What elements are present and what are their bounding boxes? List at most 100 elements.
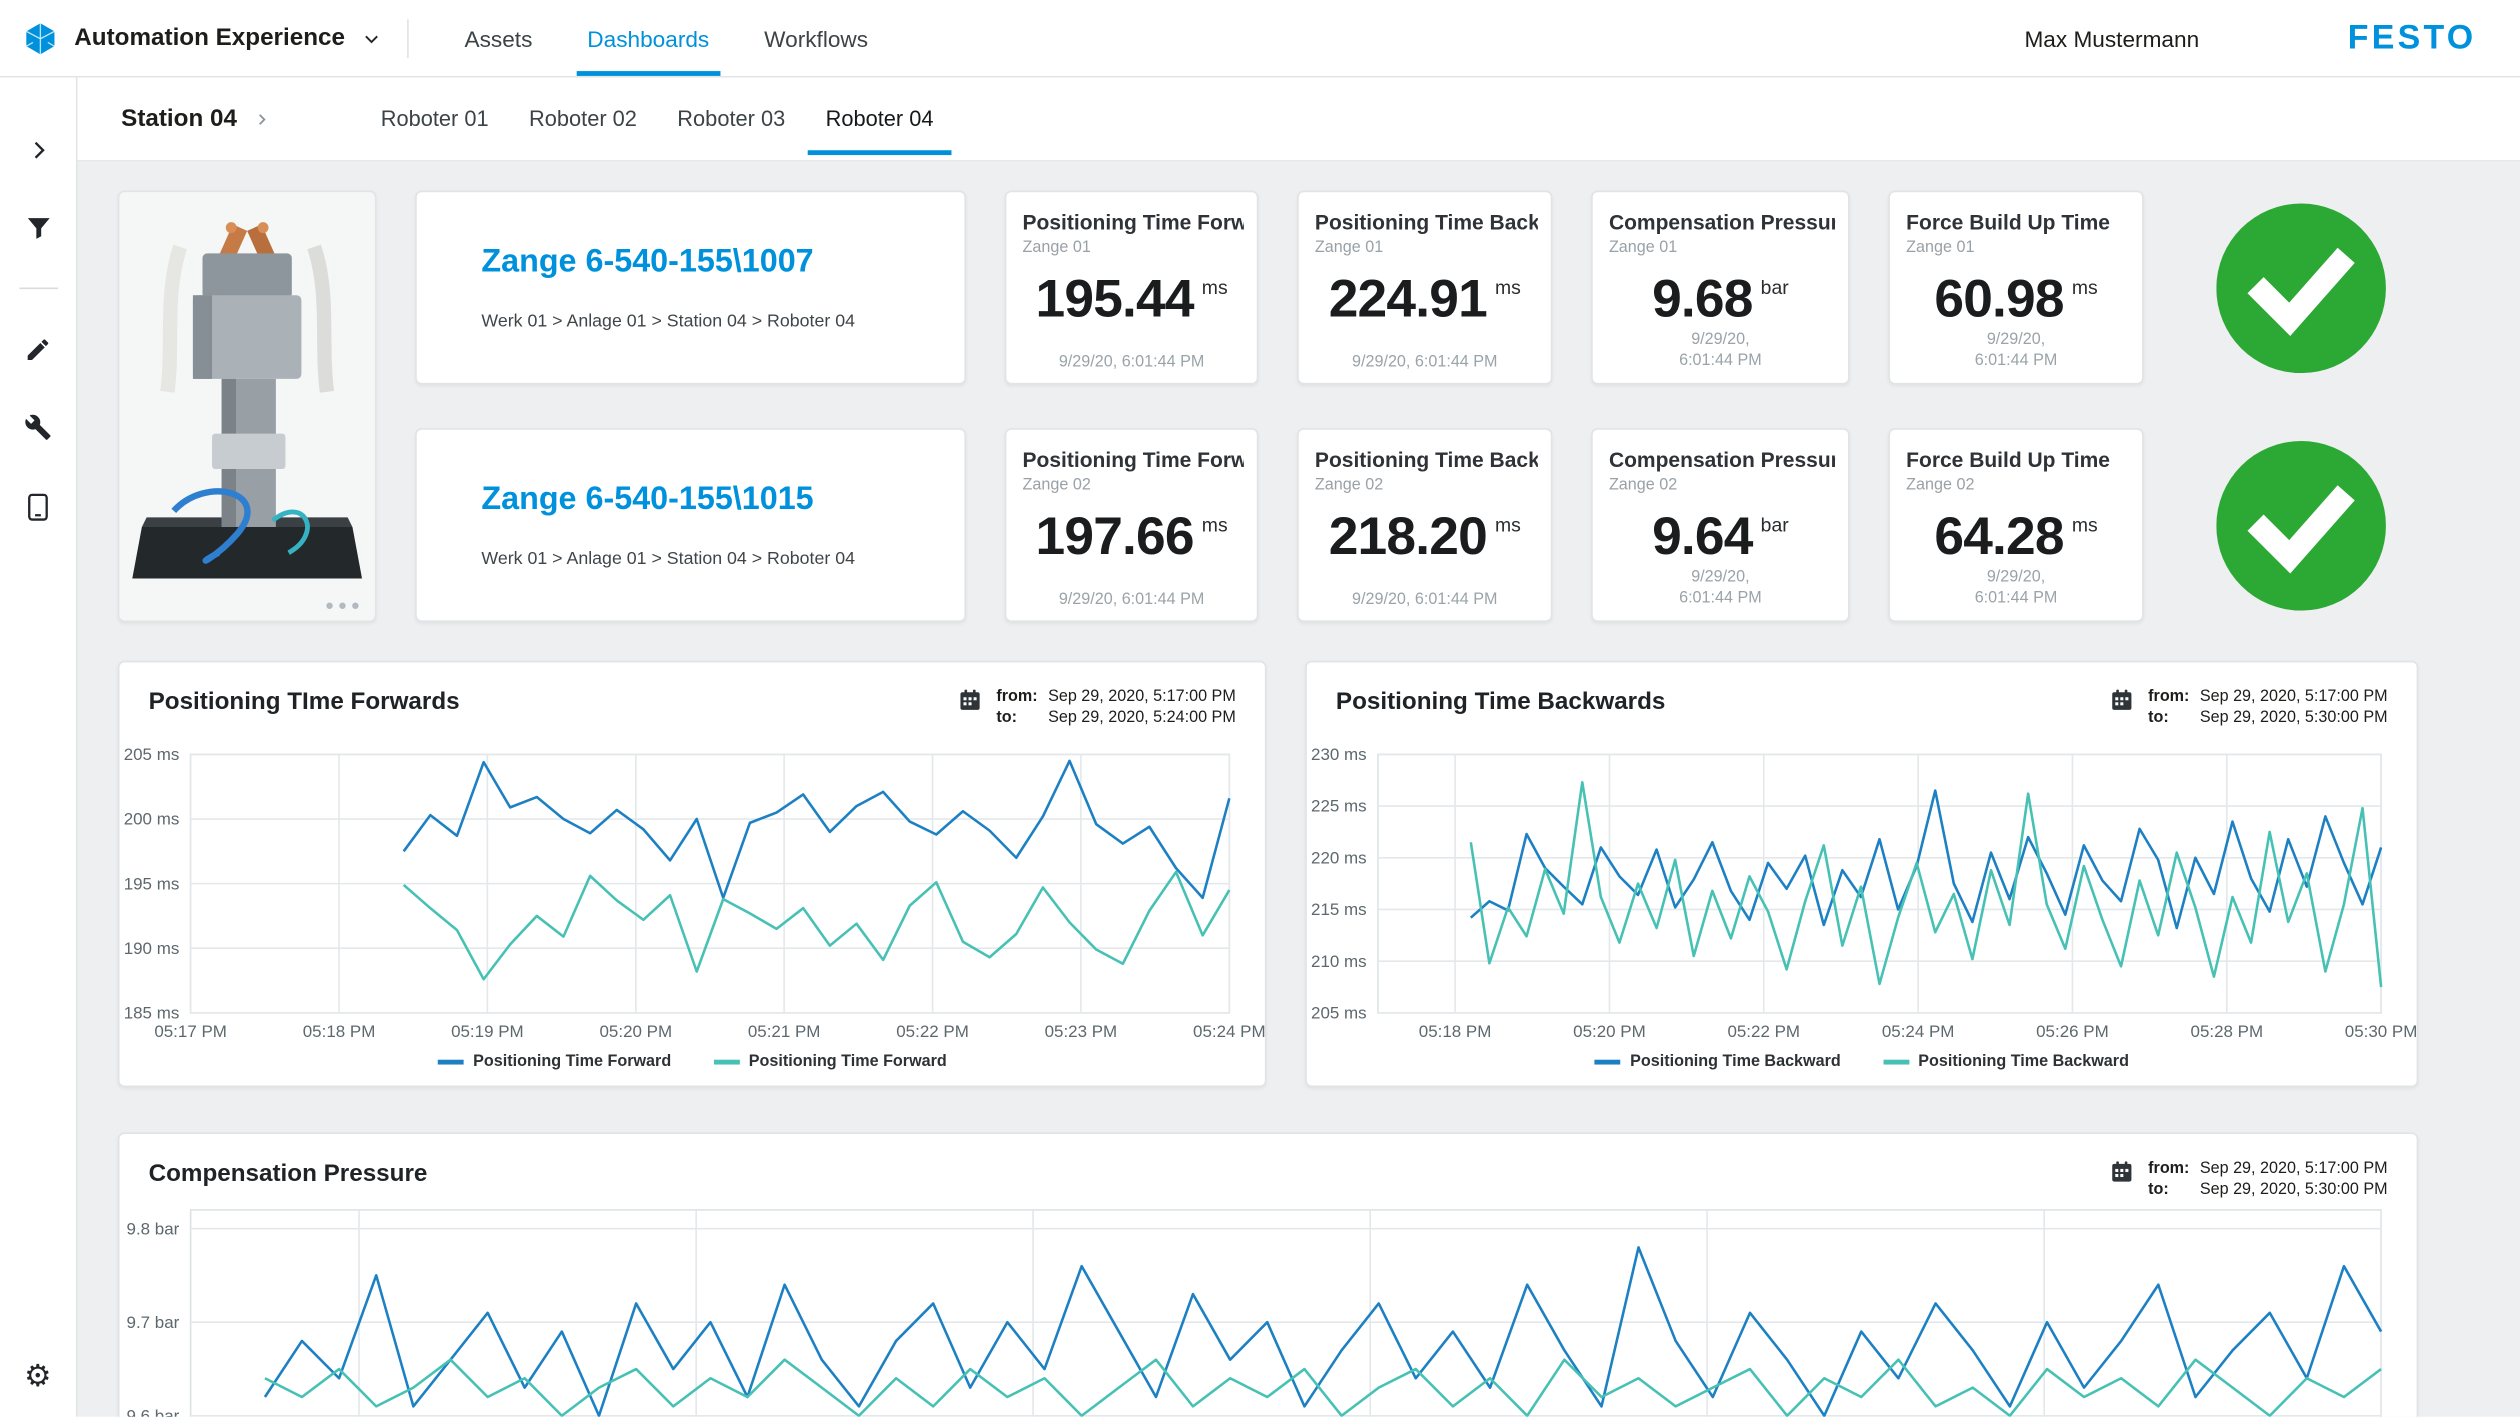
festo-logo: FESTO	[2348, 19, 2477, 58]
carousel-dot[interactable]	[352, 603, 358, 609]
tab-roboter-04[interactable]: Roboter 04	[808, 78, 951, 160]
legend-item[interactable]: Positioning Time Backward	[1595, 1053, 1841, 1071]
range-to-value: Sep 29, 2020, 5:30:00 PM	[2200, 709, 2388, 727]
chart-title: Compensation Pressure	[149, 1160, 428, 1187]
range-from-value: Sep 29, 2020, 5:17:00 PM	[2200, 688, 2388, 706]
date-range-picker[interactable]: from:Sep 29, 2020, 5:17:00 PM to:Sep 29,…	[2109, 1160, 2387, 1199]
asset-card: Zange 6-540-155\1015 Werk 01 > Anlage 01…	[415, 428, 966, 622]
svg-text:185 ms: 185 ms	[124, 1004, 180, 1023]
chart-panel-compensation-pressure: 9.8 bar9.7 bar9.6 bar05:18 PM05:20 PM05:…	[118, 1132, 2418, 1416]
user-menu[interactable]: Max Mustermann	[2024, 25, 2199, 51]
svg-text:205 ms: 205 ms	[1311, 1004, 1367, 1023]
kpi-subtitle: Zange 02	[1903, 477, 2129, 495]
mobile-device-icon[interactable]	[12, 489, 64, 525]
kpi-value: 218.20	[1329, 509, 1487, 562]
kpi-value: 60.98	[1934, 271, 2063, 324]
kpi-value: 224.91	[1329, 271, 1487, 324]
svg-text:05:24 PM: 05:24 PM	[1193, 1022, 1265, 1041]
chart-panel-positioning-forwards: 205 ms200 ms195 ms190 ms185 ms05:17 PM05…	[118, 661, 1267, 1087]
legend-item[interactable]: Positioning Time Forward	[713, 1053, 947, 1071]
kpi-title: Force Build Up Time	[1903, 210, 2129, 234]
range-to-value: Sep 29, 2020, 5:24:00 PM	[1048, 709, 1236, 727]
svg-text:210 ms: 210 ms	[1311, 952, 1367, 971]
chart-title: Positioning TIme Forwards	[149, 688, 460, 715]
svg-text:205 ms: 205 ms	[124, 745, 180, 764]
kpi-card-compensation-pressure: Compensation Pressure Zange 02 9.64bar 9…	[1591, 428, 1849, 622]
main-area: Station 04 Roboter 01 Roboter 02 Roboter…	[78, 78, 2520, 1417]
date-range-picker[interactable]: from:Sep 29, 2020, 5:17:00 PM to:Sep 29,…	[958, 688, 1236, 727]
robot-tabs: Roboter 01 Roboter 02 Roboter 03 Roboter…	[363, 78, 956, 160]
asset-title-link[interactable]: Zange 6-540-155\1015	[481, 481, 938, 517]
sidebar: ⚙	[0, 78, 78, 1417]
legend-label: Positioning Time Backward	[1918, 1053, 2129, 1071]
calendar-icon	[958, 688, 982, 712]
svg-text:05:30 PM: 05:30 PM	[2345, 1022, 2417, 1041]
svg-text:230 ms: 230 ms	[1311, 745, 1367, 764]
kpi-title: Compensation Pressure	[1606, 210, 1835, 234]
edit-pencil-icon[interactable]	[12, 331, 64, 367]
carousel-dot[interactable]	[326, 603, 332, 609]
legend-item[interactable]: Positioning Time Backward	[1883, 1053, 2129, 1071]
tab-roboter-01[interactable]: Roboter 01	[363, 78, 506, 160]
legend-label: Positioning Time Forward	[749, 1053, 947, 1071]
filter-icon[interactable]	[12, 210, 64, 246]
svg-text:05:23 PM: 05:23 PM	[1045, 1022, 1118, 1041]
asset-photo	[120, 192, 375, 620]
svg-text:05:28 PM: 05:28 PM	[2191, 1022, 2264, 1041]
chart-legend: Positioning Time Backward Positioning Ti…	[1307, 1053, 2417, 1071]
chart-legend: Positioning Time Forward Positioning Tim…	[120, 1053, 1265, 1071]
range-to-label: to:	[2148, 1181, 2190, 1199]
dashboard-content: Zange 6-540-155\1007 Werk 01 > Anlage 01…	[78, 162, 2520, 1417]
asset-title-link[interactable]: Zange 6-540-155\1007	[481, 244, 938, 280]
svg-text:215 ms: 215 ms	[1311, 900, 1367, 919]
kpi-title: Positioning Time Forward	[1019, 210, 1244, 234]
kpi-timestamp: 9/29/20, 6:01:44 PM	[1352, 591, 1498, 609]
kpi-value: 195.44	[1036, 271, 1194, 324]
kpi-card-force-build-up: Force Build Up Time Zange 02 64.28ms 9/2…	[1888, 428, 2143, 622]
kpi-unit: ms	[1202, 276, 1228, 299]
wrench-icon[interactable]	[12, 409, 64, 445]
svg-text:05:20 PM: 05:20 PM	[1573, 1022, 1646, 1041]
range-from-value: Sep 29, 2020, 5:17:00 PM	[1048, 688, 1236, 706]
kpi-unit: ms	[2072, 276, 2098, 299]
tab-roboter-02[interactable]: Roboter 02	[511, 78, 654, 160]
legend-label: Positioning Time Backward	[1630, 1053, 1841, 1071]
svg-text:05:18 PM: 05:18 PM	[1419, 1022, 1492, 1041]
topbar: Automation Experience Assets Dashboards …	[0, 0, 2520, 78]
kpi-timestamp: 9/29/20, 6:01:44 PM	[1966, 331, 2066, 371]
breadcrumb-station[interactable]: Station 04	[121, 105, 269, 132]
divider	[406, 19, 408, 58]
legend-item[interactable]: Positioning Time Forward	[438, 1053, 672, 1071]
kpi-unit: ms	[1495, 514, 1521, 537]
status-cell	[2182, 428, 2418, 622]
calendar-icon	[2109, 688, 2133, 712]
date-range-picker[interactable]: from:Sep 29, 2020, 5:17:00 PM to:Sep 29,…	[2109, 688, 2387, 727]
nav-tab-workflows[interactable]: Workflows	[737, 0, 896, 76]
kpi-card-force-build-up: Force Build Up Time Zange 01 60.98ms 9/2…	[1888, 191, 2143, 385]
expand-sidebar-icon[interactable]	[12, 132, 64, 168]
range-from-label: from:	[2148, 1160, 2190, 1178]
divider	[19, 288, 58, 290]
settings-gear-icon[interactable]: ⚙	[12, 1359, 64, 1395]
app-switcher[interactable]: Automation Experience	[23, 20, 381, 56]
tab-roboter-03[interactable]: Roboter 03	[660, 78, 803, 160]
nav-tab-dashboards[interactable]: Dashboards	[560, 0, 737, 76]
chevron-down-icon	[361, 28, 380, 47]
nav-tab-assets[interactable]: Assets	[437, 0, 560, 76]
chevron-right-icon	[253, 111, 269, 127]
status-cell	[2182, 191, 2418, 385]
status-ok-icon	[2216, 440, 2386, 610]
svg-text:195 ms: 195 ms	[124, 874, 180, 893]
kpi-value: 9.64	[1652, 509, 1753, 562]
festo-ax-logo-icon	[23, 20, 59, 56]
svg-text:9.8 bar: 9.8 bar	[127, 1219, 180, 1238]
subnav: Station 04 Roboter 01 Roboter 02 Roboter…	[78, 78, 2520, 162]
asset-breadcrumb: Werk 01 > Anlage 01 > Station 04 > Robot…	[481, 312, 938, 331]
carousel-dot[interactable]	[339, 603, 345, 609]
kpi-subtitle: Zange 01	[1606, 239, 1835, 257]
primary-nav: Assets Dashboards Workflows	[437, 0, 895, 76]
kpi-unit: ms	[1495, 276, 1521, 299]
svg-text:190 ms: 190 ms	[124, 939, 180, 958]
range-to-value: Sep 29, 2020, 5:30:00 PM	[2200, 1181, 2388, 1199]
kpi-unit: bar	[1761, 276, 1789, 299]
